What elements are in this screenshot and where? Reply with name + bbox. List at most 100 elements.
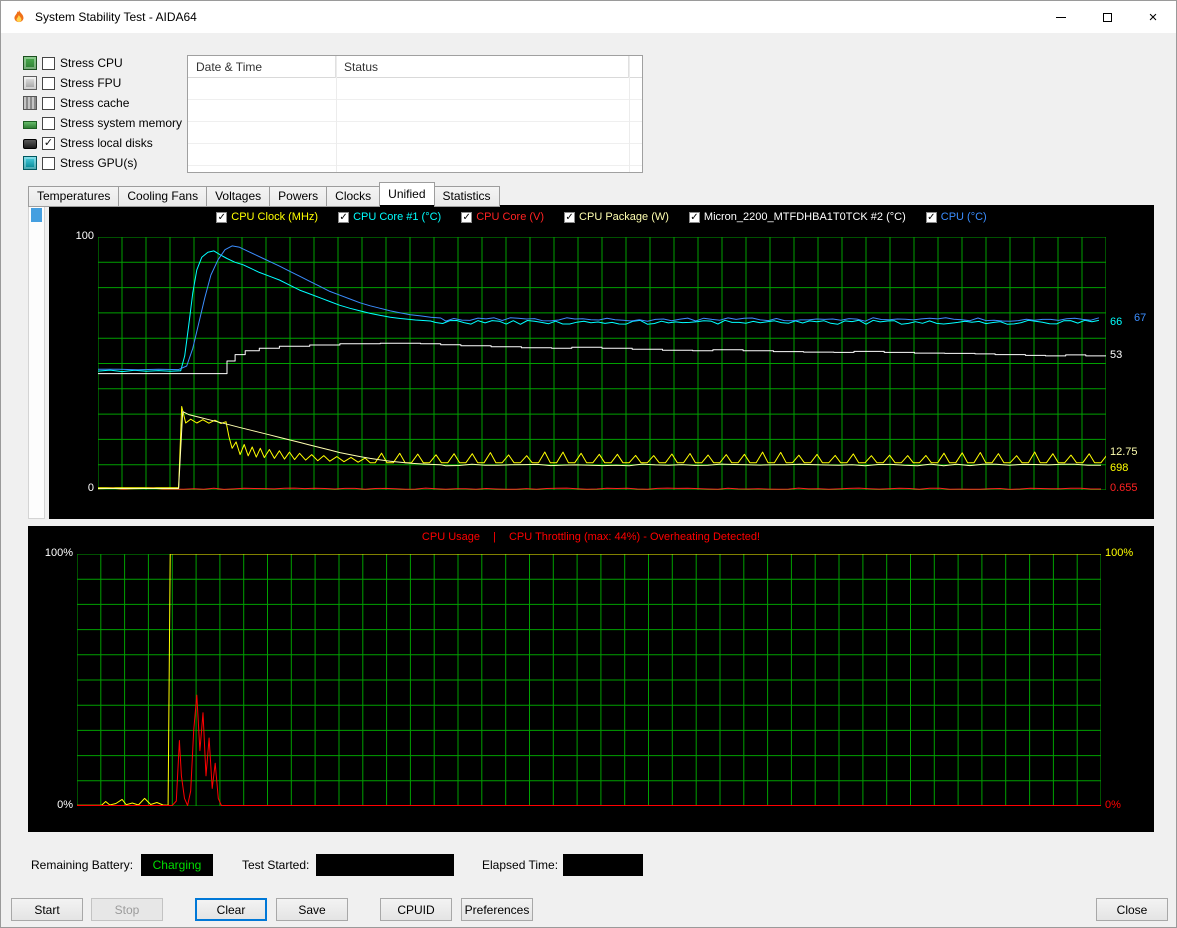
legend-checkbox-cpu-clock-mhz[interactable]: ✓ xyxy=(216,211,228,223)
gpu-icon xyxy=(23,156,37,170)
tab-statistics[interactable]: Statistics xyxy=(433,185,500,207)
series-current-value-micron-2200-mtfdhba1t0tck-2-c: 53 xyxy=(1110,349,1123,361)
series-cpu-package-w xyxy=(98,411,1102,489)
disk-icon xyxy=(23,139,37,149)
checkbox-stress-system-memory[interactable] xyxy=(42,116,55,130)
usage-right-max-label: 100% xyxy=(1105,547,1134,559)
legend-label: CPU (°C) xyxy=(940,211,987,223)
minimize-button[interactable] xyxy=(1038,1,1084,33)
window-controls: × xyxy=(1038,1,1176,33)
elapsed-time-label: Elapsed Time: xyxy=(482,858,559,872)
stress-option-stress-cpu: Stress CPU xyxy=(23,53,188,73)
table-column-divider xyxy=(629,56,630,172)
legend-item-cpu-c: ✓ CPU (°C) xyxy=(925,211,987,223)
tab-powers[interactable]: Powers xyxy=(269,185,328,207)
legend-label: Micron_2200_MTFDHBA1T0TCK #2 (°C) xyxy=(703,211,906,223)
memory-icon xyxy=(23,120,37,129)
column-header-date-time[interactable]: Date & Time xyxy=(188,56,336,78)
maximize-icon xyxy=(1102,12,1112,22)
tab-cooling-fans[interactable]: Cooling Fans xyxy=(118,185,208,207)
tab-voltages[interactable]: Voltages xyxy=(206,185,271,207)
table-row[interactable] xyxy=(188,100,642,122)
table-row[interactable] xyxy=(188,166,642,172)
checkbox-stress-local-disks[interactable]: ✓ xyxy=(42,136,55,150)
series-current-value-cpu-core-1-c: 66 xyxy=(1110,316,1123,328)
checkbox-stress-fpu[interactable] xyxy=(42,76,55,90)
checkbox-stress-gpu-s[interactable] xyxy=(42,156,55,170)
app-flame-icon xyxy=(11,9,27,25)
battery-status-box: Charging xyxy=(141,854,213,876)
window-title: System Stability Test - AIDA64 xyxy=(35,10,197,24)
maximize-button[interactable] xyxy=(1084,1,1130,33)
cell-status xyxy=(336,166,642,172)
start-button[interactable]: Start xyxy=(11,898,83,921)
usage-right-min-label: 0% xyxy=(1105,799,1121,811)
tab-temperatures[interactable]: Temperatures xyxy=(28,185,120,207)
series-current-value-cpu-clock-mhz: 698 xyxy=(1110,462,1129,474)
checkbox-stress-cache[interactable] xyxy=(42,96,55,110)
legend-checkbox-cpu-package-w[interactable]: ✓ xyxy=(564,211,576,223)
usage-chart-panel: CPU Usage | CPU Throttling (max: 44%) - … xyxy=(28,526,1154,832)
stress-option-label: Stress CPU xyxy=(60,56,123,70)
vertical-scrollbar[interactable] xyxy=(28,205,45,519)
tab-unified[interactable]: Unified xyxy=(379,182,435,205)
series-current-value-cpu-c: 67 xyxy=(1134,312,1147,324)
unified-legend: ✓ CPU Clock (MHz) ✓ CPU Core #1 (°C) ✓ CPU Co… xyxy=(49,211,1154,223)
series-current-value-cpu-core-v: 0.655 xyxy=(1110,482,1138,494)
test-started-box xyxy=(316,854,454,876)
tab-bar: Temperatures Cooling Fans Voltages Powers Cl… xyxy=(28,182,500,207)
tab-clocks[interactable]: Clocks xyxy=(326,185,381,207)
stress-option-stress-fpu: Stress FPU xyxy=(23,73,188,93)
table-row[interactable] xyxy=(188,78,642,100)
y-axis-min-label: 0 xyxy=(87,482,94,494)
legend-checkbox-micron-2200-mtfdhba1t0tck-2-c[interactable]: ✓ xyxy=(688,211,700,223)
cell-date-time xyxy=(188,78,336,99)
stress-option-stress-local-disks: ✓ Stress local disks xyxy=(23,133,188,153)
legend-label: CPU Core (V) xyxy=(476,211,545,223)
table-row[interactable] xyxy=(188,122,642,144)
legend-checkbox-cpu-core-v[interactable]: ✓ xyxy=(461,211,473,223)
clear-button[interactable]: Clear xyxy=(195,898,267,921)
test-started-label: Test Started: xyxy=(242,858,310,872)
scrollbar-thumb[interactable] xyxy=(31,208,42,222)
cell-status xyxy=(336,100,642,121)
unified-chart-plot xyxy=(98,237,1106,490)
legend-item-micron-2200-mtfdhba1t0tck-2-c: ✓ Micron_2200_MTFDHBA1T0TCK #2 (°C) xyxy=(688,211,906,223)
stress-option-label: Stress GPU(s) xyxy=(60,156,138,170)
checkbox-stress-cpu[interactable] xyxy=(42,56,55,70)
stress-option-label: Stress system memory xyxy=(60,116,183,130)
series-cpu-throttling xyxy=(77,694,1101,806)
fpu-icon xyxy=(23,76,37,90)
legend-item-cpu-core-1-c: ✓ CPU Core #1 (°C) xyxy=(338,211,441,223)
stress-options-panel: Stress CPU Stress FPU Stress cache Stress s… xyxy=(23,53,188,173)
series-cpu-core-v xyxy=(98,487,1101,490)
stress-option-label: Stress cache xyxy=(60,96,130,110)
legend-checkbox-cpu-core-1-c[interactable]: ✓ xyxy=(338,211,350,223)
log-table-body xyxy=(188,78,642,172)
usage-chart-plot xyxy=(77,554,1101,806)
cell-date-time xyxy=(188,166,336,172)
stress-option-label: Stress FPU xyxy=(60,76,122,90)
stop-button[interactable]: Stop xyxy=(91,898,163,921)
chart-grid xyxy=(77,554,1101,806)
titlebar: System Stability Test - AIDA64 × xyxy=(1,1,1176,33)
usage-chart-title: CPU Usage | CPU Throttling (max: 44%) - … xyxy=(28,531,1154,543)
column-header-status[interactable]: Status xyxy=(336,56,629,78)
table-row[interactable] xyxy=(188,144,642,166)
preferences-button[interactable]: Preferences xyxy=(461,898,533,921)
close-window-button[interactable]: Close xyxy=(1096,898,1168,921)
cache-icon xyxy=(23,96,37,110)
cell-status xyxy=(336,78,642,99)
cell-date-time xyxy=(188,144,336,165)
cell-date-time xyxy=(188,122,336,143)
close-button[interactable]: × xyxy=(1130,1,1176,33)
save-button[interactable]: Save xyxy=(276,898,348,921)
column-header-spacer xyxy=(629,56,642,78)
title-separator: | xyxy=(493,531,496,543)
stress-option-stress-system-memory: Stress system memory xyxy=(23,113,188,133)
cpuid-button[interactable]: CPUID xyxy=(380,898,452,921)
legend-checkbox-cpu-c[interactable]: ✓ xyxy=(925,211,937,223)
table-column-divider xyxy=(336,56,337,172)
throttling-title-text: CPU Throttling (max: 44%) - Overheating … xyxy=(508,531,761,543)
legend-label: CPU Package (W) xyxy=(579,211,669,223)
